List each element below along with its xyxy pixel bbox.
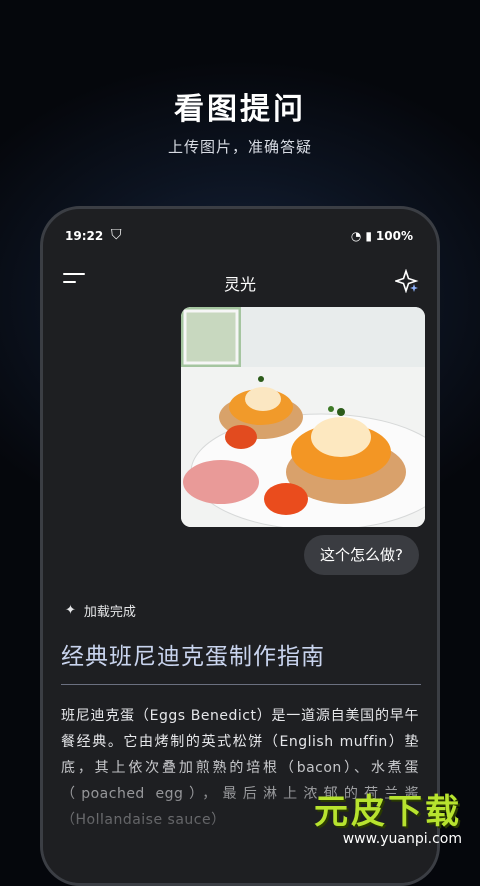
status-right: ◔ ▮ 100% (351, 229, 413, 243)
ai-status-row: ✦ 加载完成 (65, 601, 136, 620)
user-question-bubble: 这个怎么做? (304, 535, 419, 575)
vpn-icon: ⛉ (111, 227, 122, 243)
answer-title: 经典班尼迪克蛋制作指南 (61, 644, 325, 670)
watermark-logo: 元皮下载 (314, 792, 462, 832)
watermark: 元皮下载 www.yuanpi.com (286, 784, 462, 847)
battery-icon: ▮ (365, 229, 372, 243)
uploaded-photo[interactable] (181, 307, 425, 527)
promo-subtitle: 上传图片，准确答疑 (167, 138, 312, 156)
battery-level: 100% (375, 229, 413, 243)
ai-status-label: 加载完成 (83, 605, 136, 620)
sparkle-icon: ✦ (65, 603, 76, 618)
sparkle-new-chat-icon[interactable] (395, 269, 419, 293)
status-bar: 19:22 ⛉ ◔ ▮ 100% (65, 227, 413, 247)
divider (61, 684, 421, 685)
app-bar: 灵光 (43, 265, 437, 301)
wifi-icon: ◔ (350, 229, 362, 243)
watermark-url: www.yuanpi.com (342, 831, 462, 847)
status-time: 19:22 (65, 229, 104, 243)
app-title: 灵光 (223, 275, 256, 294)
promo-title: 看图提问 (174, 92, 306, 127)
eggs-benedict-image (181, 307, 425, 527)
